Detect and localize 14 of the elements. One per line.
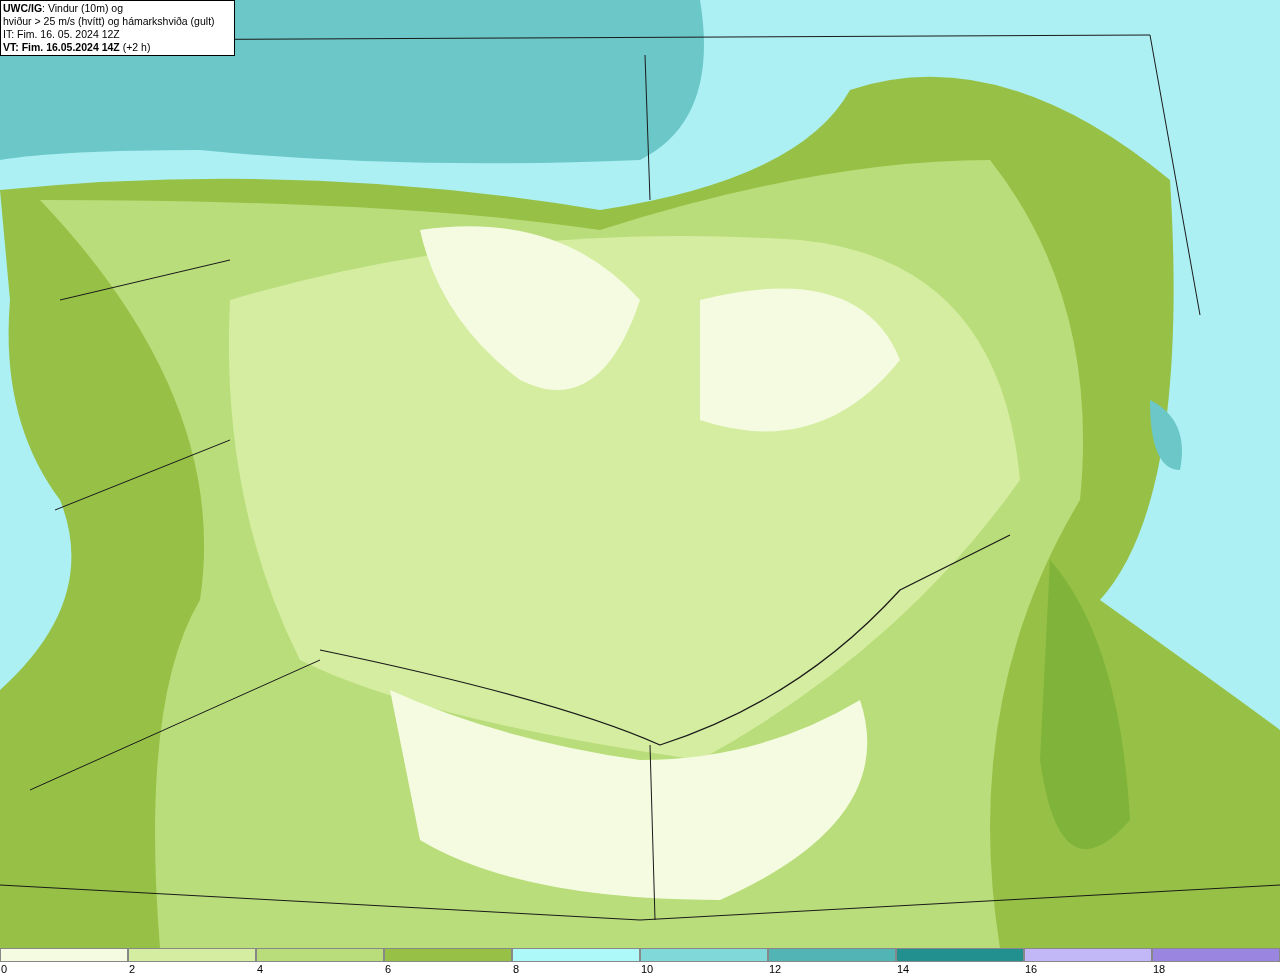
legend-label: 6 [384, 962, 392, 976]
title-line: IT: Fim. 16. 05. 2024 12Z [3, 28, 121, 41]
legend-label: 0 [0, 962, 8, 976]
title-line: UWC/IG: Vindur (10m) og [3, 2, 124, 15]
legend-label: 12 [768, 962, 782, 976]
legend-label: 8 [512, 962, 520, 976]
legend-label: 4 [256, 962, 264, 976]
legend-label: 16 [1024, 962, 1038, 976]
title-line: hviður > 25 m/s (hvítt) og hámarkshviða (gult) [3, 15, 216, 28]
legend-label: 10 [640, 962, 654, 976]
legend-label: 2 [128, 962, 136, 976]
legend-label: 18 [1152, 962, 1166, 976]
title-line: VT: Fim. 16.05.2024 14Z (+2 h) [3, 41, 152, 54]
legend-label: 14 [896, 962, 910, 976]
